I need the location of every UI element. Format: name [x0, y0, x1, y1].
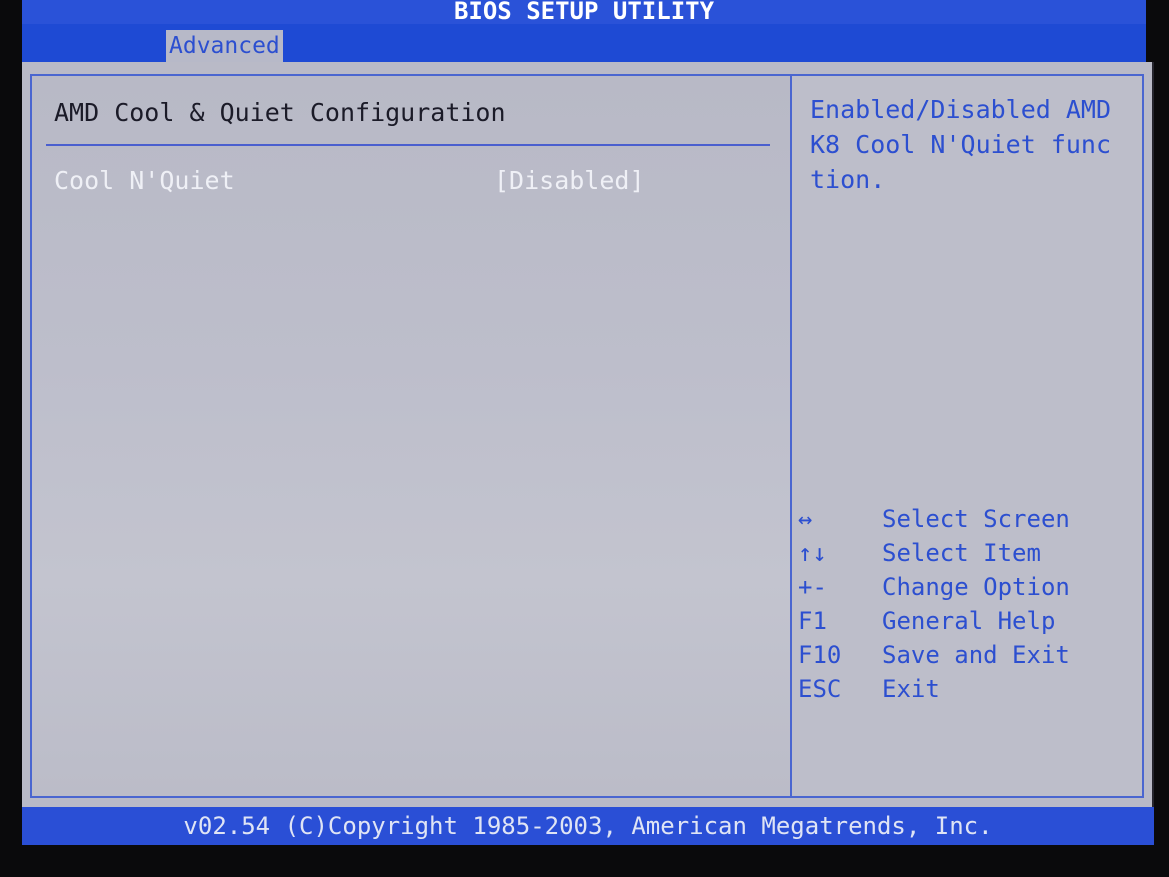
help-frame: Enabled/Disabled AMD K8 Cool N'Quiet fun… — [790, 74, 1144, 798]
key-legend: ↔ Select Screen ↑↓ Select Item +- Change… — [798, 502, 1138, 706]
menu-bar: Advanced — [22, 24, 1146, 62]
settings-frame: AMD Cool & Quiet Configuration Cool N'Qu… — [30, 74, 794, 798]
f1-key: F1 — [798, 607, 827, 635]
key-legend-row: F1 General Help — [798, 604, 1138, 638]
cool-n-quiet-option[interactable]: Cool N'Quiet — [54, 164, 235, 198]
section-title: AMD Cool & Quiet Configuration — [54, 98, 506, 127]
key-legend-desc: Select Screen — [882, 505, 1070, 533]
key-legend-row: ↔ Select Screen — [798, 502, 1138, 536]
left-right-arrow-icon: ↔ — [798, 505, 813, 533]
key-legend-desc: General Help — [882, 607, 1056, 635]
key-legend-desc: Save and Exit — [882, 641, 1070, 669]
key-legend-desc: Select Item — [882, 539, 1041, 567]
title-bar: BIOS SETUP UTILITY — [22, 0, 1146, 24]
plus-minus-key: +- — [798, 573, 827, 601]
f10-key: F10 — [798, 641, 842, 669]
key-legend-desc: Change Option — [882, 573, 1070, 601]
content-panel: AMD Cool & Quiet Configuration Cool N'Qu… — [22, 62, 1154, 807]
key-legend-row: ↑↓ Select Item — [798, 536, 1138, 570]
copyright-text: v02.54 (C)Copyright 1985-2003, American … — [183, 812, 993, 840]
tab-advanced[interactable]: Advanced — [166, 30, 283, 62]
key-legend-row: F10 Save and Exit — [798, 638, 1138, 672]
key-legend-desc: Exit — [882, 675, 940, 703]
key-legend-row: +- Change Option — [798, 570, 1138, 604]
cool-n-quiet-value[interactable]: [Disabled] — [494, 164, 645, 198]
window-title: BIOS SETUP UTILITY — [453, 0, 715, 25]
help-description: Enabled/Disabled AMD K8 Cool N'Quiet fun… — [810, 95, 1112, 194]
key-legend-row: ESC Exit — [798, 672, 1138, 706]
section-divider — [46, 144, 770, 146]
esc-key: ESC — [798, 675, 842, 703]
bios-screen: BIOS SETUP UTILITY Advanced AMD Cool & Q… — [0, 0, 1169, 877]
up-down-arrow-icon: ↑↓ — [798, 539, 827, 567]
footer-bar: v02.54 (C)Copyright 1985-2003, American … — [22, 807, 1154, 845]
